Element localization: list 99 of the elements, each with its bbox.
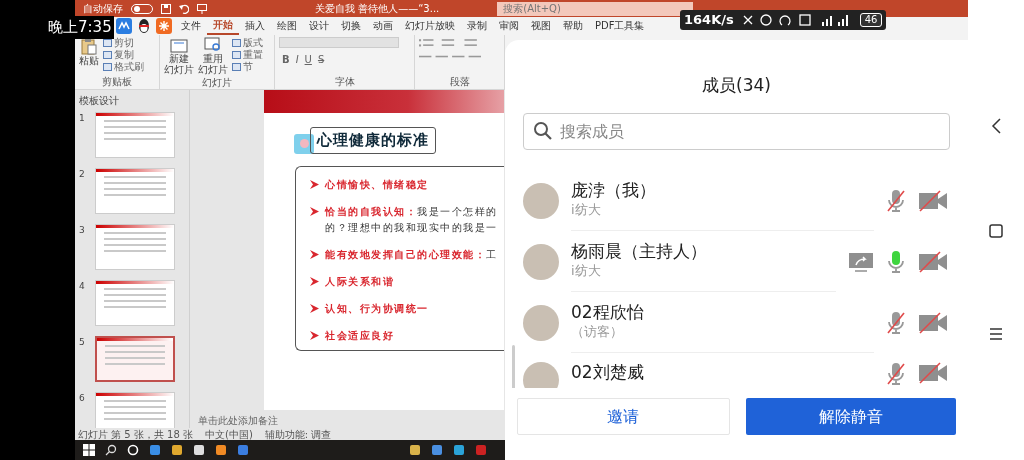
menu-tab[interactable]: 插入 — [239, 18, 271, 34]
bullet-text: 人际关系和谐 — [325, 274, 394, 289]
member-name: 庞浡（我） — [571, 180, 657, 201]
member-search-field[interactable]: 搜索成员 — [523, 113, 950, 150]
start-icon[interactable] — [83, 444, 95, 456]
ribbon-group-label: 字体 — [333, 75, 356, 89]
slide-number: 2 — [79, 168, 86, 181]
slide-number: 3 — [79, 224, 86, 237]
member-name: 02刘楚威 — [571, 362, 645, 383]
bullet-arrow-icon — [310, 330, 319, 340]
bullet-arrow-icon — [310, 276, 319, 286]
bullet-arrow-icon — [310, 206, 319, 216]
ribbon-group-label: 幻灯片 — [201, 76, 233, 90]
slide-number: 1 — [79, 112, 86, 125]
menu-tab[interactable]: 录制 — [461, 18, 493, 34]
new-slide-button[interactable]: 重用 幻灯片 — [198, 37, 228, 75]
slide-title: 心理健康的标准 — [310, 127, 436, 154]
slide-thumbnail[interactable] — [95, 280, 175, 326]
taskbar-app-icon[interactable] — [431, 444, 443, 456]
bullet-arrow-icon — [310, 303, 319, 313]
save-icon[interactable] — [161, 3, 171, 14]
slide-counter: 幻灯片 第 5 张，共 18 张 — [78, 427, 193, 442]
avatar-placeholder — [523, 362, 559, 388]
slide-thumbnail[interactable] — [95, 168, 175, 214]
taskbar-app-icon[interactable] — [215, 444, 227, 456]
slide-number: 5 — [79, 336, 86, 349]
format-button[interactable]: B — [279, 52, 293, 67]
menu-tab[interactable]: 幻灯片放映 — [399, 18, 461, 34]
taskbar-app-icon[interactable] — [453, 444, 465, 456]
taskbar-app-icon[interactable] — [149, 444, 161, 456]
ribbon-button[interactable]: 重置 — [232, 49, 263, 61]
menu-tab[interactable]: 审阅 — [493, 18, 525, 34]
menu-tab[interactable]: PDF工具集 — [589, 18, 651, 34]
section-title: 模板设计 — [79, 94, 120, 108]
slide-thumbnail[interactable] — [95, 392, 175, 428]
format-button[interactable]: S — [314, 52, 328, 67]
notes-placeholder[interactable]: 单击此处添加备注 — [190, 410, 278, 428]
avatar-placeholder — [523, 304, 559, 341]
ribbon-button[interactable]: 格式刷 — [103, 61, 144, 73]
slide-thumbnail[interactable] — [95, 336, 175, 382]
search-field[interactable]: 搜索(Alt+Q) — [497, 1, 694, 16]
ribbon-button[interactable]: 剪切 — [103, 37, 144, 49]
invite-button[interactable]: 邀请 — [517, 398, 730, 435]
slide-thumbnail[interactable] — [95, 224, 175, 270]
member-name: 杨雨晨（主持人） — [571, 241, 708, 262]
menu-tab[interactable]: 绘图 — [271, 18, 303, 34]
language-status: 中文(中国) — [205, 427, 253, 442]
circle-icon[interactable] — [127, 444, 139, 456]
ribbon-group-label: 段落 — [448, 75, 471, 89]
unmute-button[interactable]: 解除静音 — [745, 398, 956, 435]
member-organization: i纺大 — [571, 262, 602, 281]
undo-icon[interactable] — [179, 3, 189, 14]
bullet-arrow-icon — [310, 179, 319, 189]
member-organization: （访客） — [571, 323, 624, 342]
panel-title: 成员(34) — [701, 74, 772, 97]
bullet-text: 社会适应良好 — [325, 328, 394, 343]
bullet-text: 认知、行为协调统一 — [325, 301, 429, 316]
taskbar-app-icon[interactable] — [193, 444, 205, 456]
taskbar-app-icon[interactable] — [409, 444, 421, 456]
menu-tab[interactable]: 帮助 — [557, 18, 589, 34]
menu-tab[interactable]: 动画 — [367, 18, 399, 34]
scroll-indicator — [512, 345, 515, 388]
ribbon-button[interactable]: 版式 — [232, 37, 263, 49]
menu-tab[interactable]: 切换 — [335, 18, 367, 34]
menu-tab[interactable]: 文件 — [175, 18, 207, 34]
ribbon-group-label: 剪贴板 — [101, 75, 133, 89]
home-icon[interactable] — [989, 224, 1003, 238]
document-title: 关爱自我 善待他人——“3... — [315, 2, 440, 16]
ribbon-button[interactable]: 复制 — [103, 49, 144, 61]
slide-number: 6 — [79, 392, 86, 405]
avatar-placeholder — [523, 182, 559, 219]
format-button[interactable]: U — [301, 52, 315, 67]
title-decoration — [294, 133, 314, 154]
search-icon[interactable] — [105, 444, 117, 456]
menu-icon[interactable] — [989, 328, 1003, 340]
search-icon — [533, 121, 553, 141]
slide-thumbnail[interactable] — [95, 112, 175, 158]
menu-tab[interactable]: 视图 — [525, 18, 557, 34]
status-time: 晚上7:35 — [48, 16, 114, 39]
bullet-text: 能有效地发挥自己的心理效能：工 — [325, 247, 498, 262]
autosave-label: 自动保存 — [83, 2, 123, 16]
battery-indicator: 46 — [859, 12, 883, 27]
presentation-icon[interactable] — [197, 3, 207, 14]
avatar-placeholder — [523, 243, 559, 280]
taskbar-app-icon[interactable] — [171, 444, 183, 456]
slide-number: 4 — [79, 280, 86, 293]
menu-tab[interactable]: 设计 — [303, 18, 335, 34]
bullet-text: 心情愉快、情绪稳定 — [325, 177, 429, 192]
format-button[interactable]: I — [292, 52, 302, 67]
bullet-text: 恰当的自我认知：我是一个怎样的 的？理想中的我和现实中的我是一 — [325, 204, 498, 235]
member-name: 02程欣怡 — [571, 302, 645, 323]
ribbon-button[interactable]: 节 — [232, 61, 263, 73]
font-size-field[interactable] — [279, 37, 399, 48]
list-format-icon — [419, 37, 481, 59]
accessibility-status: 辅助功能: 调查 — [264, 427, 332, 442]
new-slide-button[interactable]: 新建 幻灯片 — [164, 37, 194, 75]
member-organization: i纺大 — [571, 201, 602, 220]
bullet-arrow-icon — [310, 249, 319, 259]
back-icon[interactable] — [990, 118, 1002, 134]
